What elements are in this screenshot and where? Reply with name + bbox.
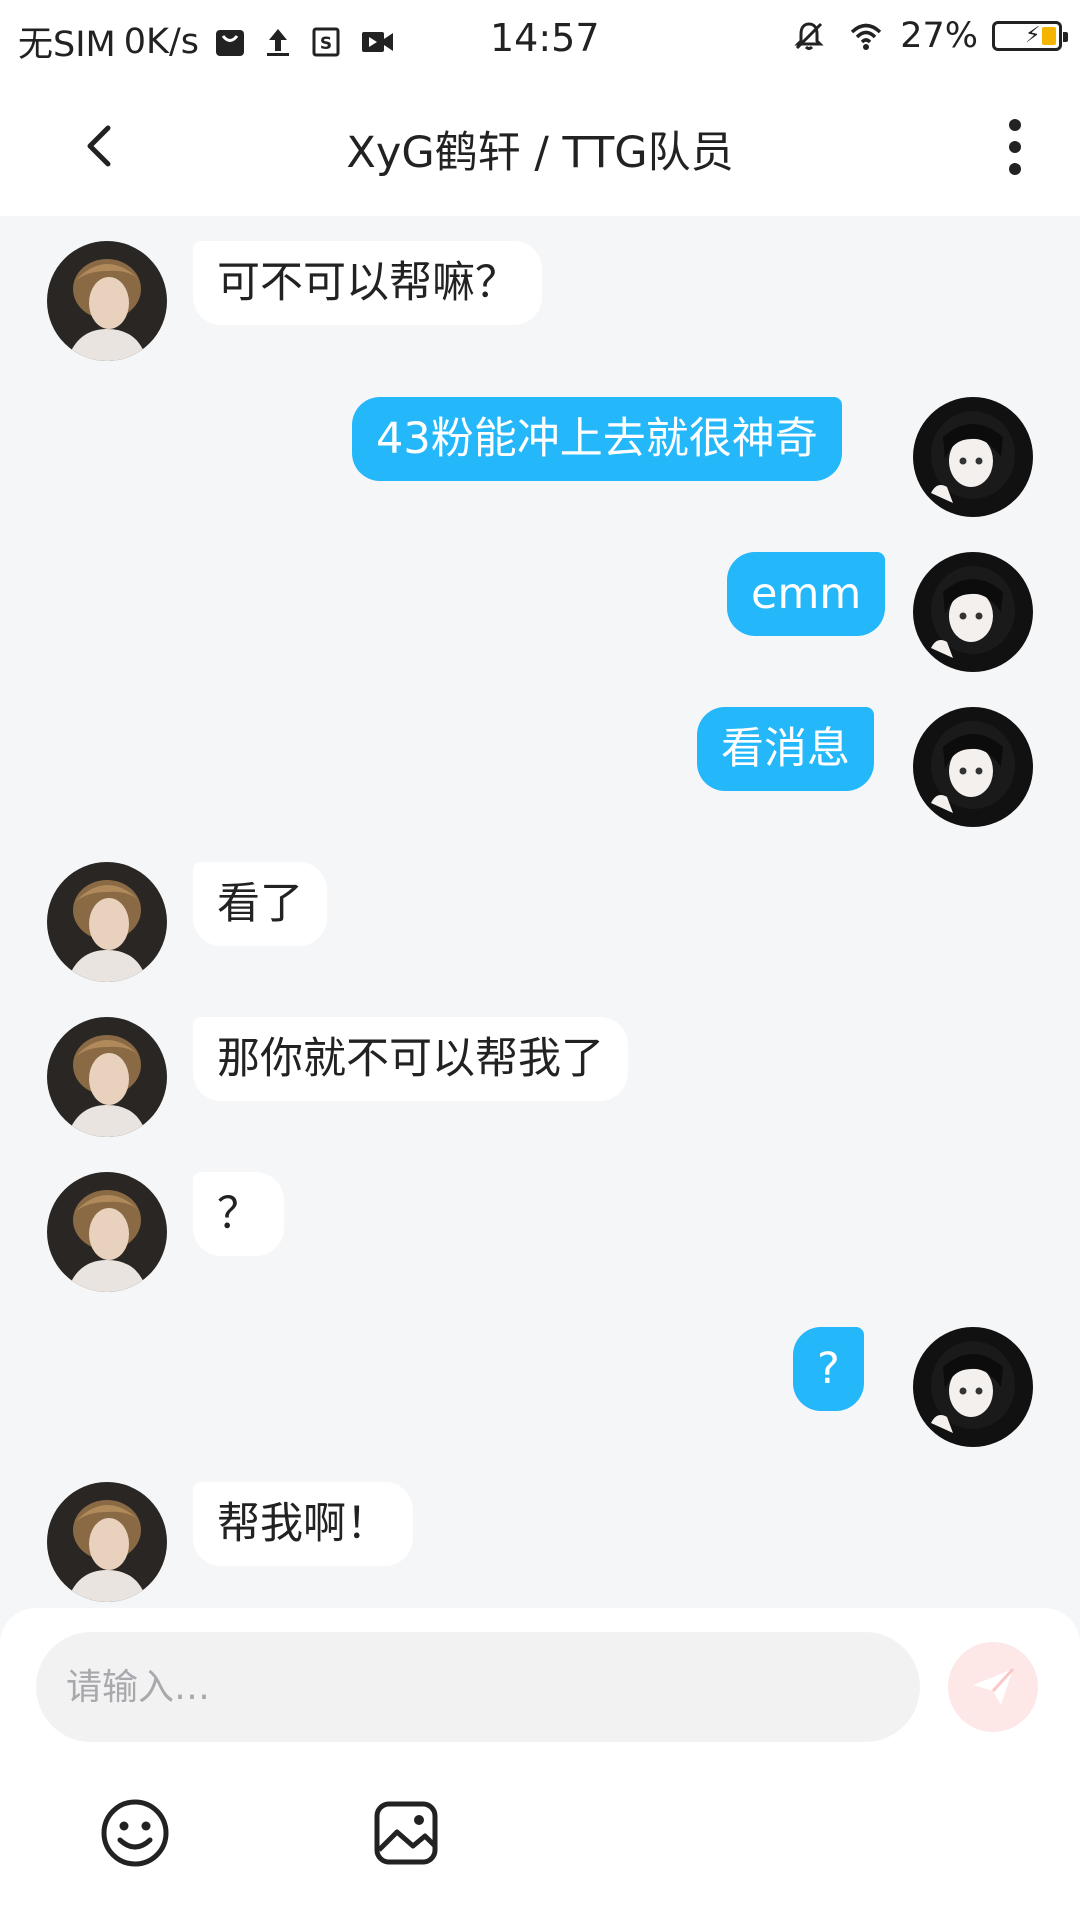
my-avatar-image	[913, 1327, 1033, 1447]
contact-avatar-image	[47, 862, 167, 982]
send-icon	[973, 1667, 1015, 1705]
status-right: 27% ⚡	[786, 16, 1068, 56]
composer	[0, 1608, 1080, 1920]
message-bubble-incoming[interactable]: 可不可以帮嘛？	[193, 241, 542, 325]
my-avatar[interactable]	[913, 397, 1033, 517]
clock: 14:57	[490, 16, 600, 60]
message-bubble-outgoing[interactable]: 43粉能冲上去就很神奇	[352, 397, 842, 481]
message-bubble-outgoing[interactable]: 看消息	[697, 707, 874, 791]
my-avatar[interactable]	[913, 552, 1033, 672]
emoji-icon[interactable]	[98, 1796, 172, 1870]
message-bubble-outgoing[interactable]: emm	[727, 552, 886, 636]
my-avatar[interactable]	[913, 1327, 1033, 1447]
more-vertical-icon[interactable]	[990, 114, 1040, 180]
my-avatar[interactable]	[913, 707, 1033, 827]
upload-icon	[267, 28, 289, 56]
message-bubble-incoming[interactable]: 看了	[193, 862, 327, 946]
network-speed: 0K/s	[123, 21, 199, 62]
contact-avatar-image	[47, 241, 167, 361]
contact-avatar-image	[47, 1482, 167, 1602]
shopping-bag-icon	[216, 29, 244, 56]
message-bubble-outgoing[interactable]: ?	[793, 1327, 864, 1411]
contact-avatar[interactable]	[47, 1017, 167, 1137]
message-bubble-incoming[interactable]: 帮我啊！	[193, 1482, 413, 1566]
wifi-icon	[851, 23, 882, 50]
sim-status: 无SIM	[18, 25, 116, 65]
chat-title: XyG鹤轩 / TTG队员	[346, 128, 734, 178]
contact-avatar-image	[47, 1172, 167, 1292]
contact-avatar[interactable]	[47, 1172, 167, 1292]
contact-avatar[interactable]	[47, 1482, 167, 1602]
message-input[interactable]	[36, 1632, 920, 1742]
contact-avatar-image	[47, 1017, 167, 1137]
message-bubble-incoming[interactable]: 那你就不可以帮我了	[193, 1017, 628, 1101]
my-avatar-image	[913, 397, 1033, 517]
contact-avatar[interactable]	[47, 241, 167, 361]
status-left: 无SIM 0K/s S	[18, 16, 397, 67]
storage-icon: S	[312, 27, 340, 56]
battery-percent: 27%	[900, 16, 978, 56]
message-bubble-incoming[interactable]: ？	[193, 1172, 284, 1256]
video-recorder-icon	[362, 31, 393, 52]
chat-header: XyG鹤轩 / TTG队员	[0, 78, 1080, 216]
my-avatar-image	[913, 552, 1033, 672]
battery-icon: ⚡	[992, 21, 1068, 51]
mute-bell-icon	[794, 22, 824, 50]
status-bar: 无SIM 0K/s S 14:57 27% ⚡	[0, 0, 1080, 78]
image-icon[interactable]	[369, 1796, 443, 1870]
contact-avatar[interactable]	[47, 862, 167, 982]
svg-text:S: S	[320, 34, 332, 54]
send-button[interactable]	[948, 1642, 1038, 1732]
my-avatar-image	[913, 707, 1033, 827]
